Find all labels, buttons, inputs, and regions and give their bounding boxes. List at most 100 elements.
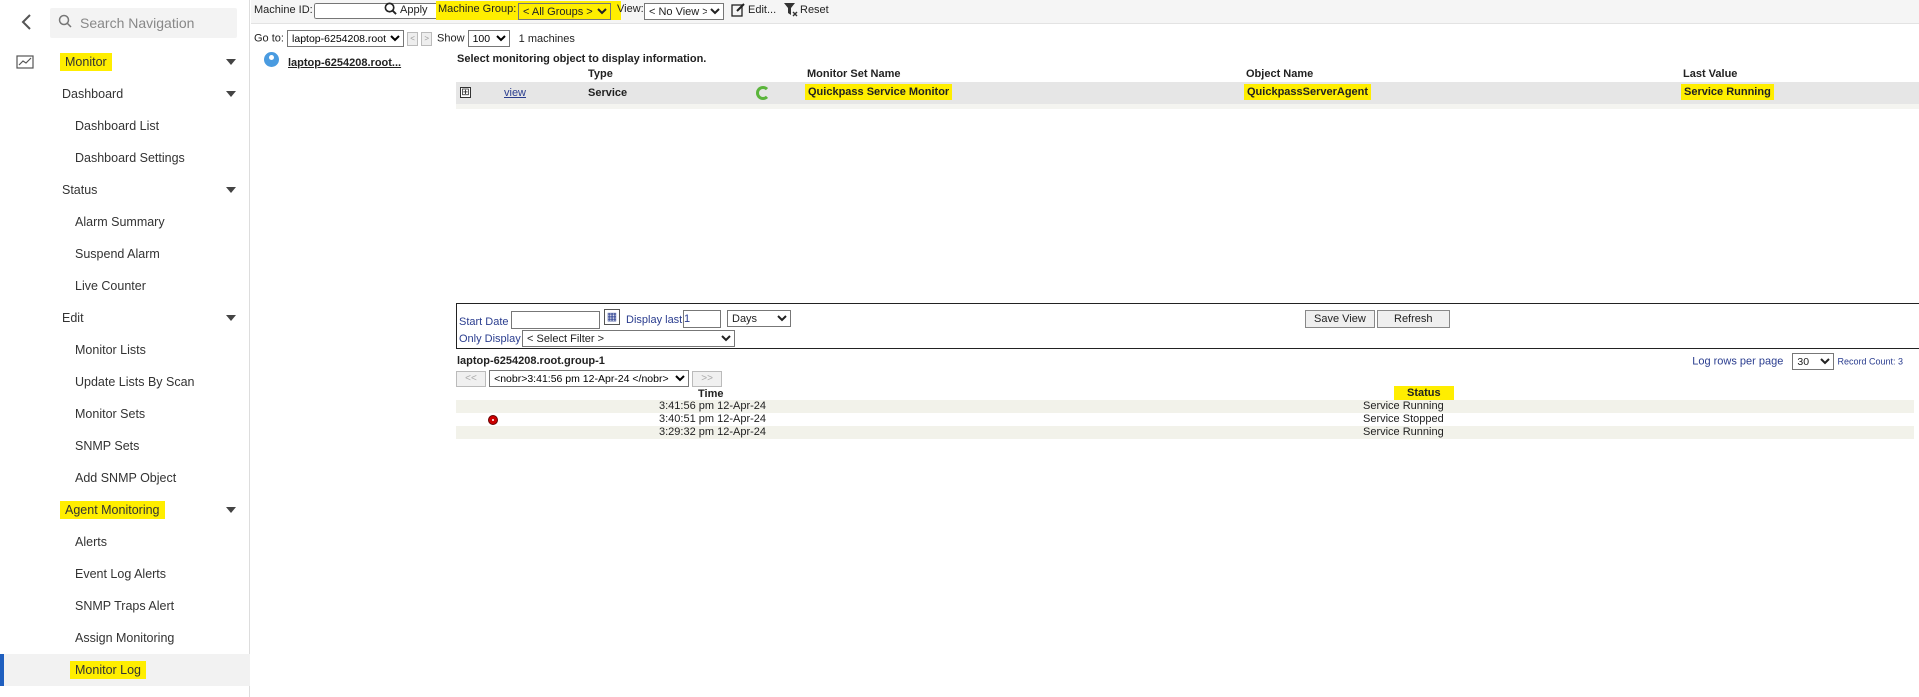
sidebar-item-monitor[interactable]: Monitor xyxy=(0,46,250,78)
next-log-button[interactable]: >> xyxy=(692,370,723,387)
sidebar-item-monitor-log[interactable]: Monitor Log xyxy=(0,654,250,686)
log-time: 3:29:32 pm 12-Apr-24 xyxy=(659,426,767,438)
header-last-value: Last Value xyxy=(1683,68,1738,80)
search-input[interactable] xyxy=(80,15,230,31)
machine-link[interactable]: laptop-6254208.root... xyxy=(288,57,401,69)
chevron-down-icon[interactable] xyxy=(226,91,236,97)
sidebar-item-status[interactable]: Status xyxy=(0,174,250,206)
sidebar-item-alerts[interactable]: Alerts xyxy=(0,526,250,558)
next-page-button[interactable]: > xyxy=(421,31,433,46)
sidebar-item-label: Monitor Log xyxy=(70,661,147,679)
expand-icon[interactable]: ⊞ xyxy=(460,87,471,98)
log-pager: << <nobr>3:41:56 pm 12-Apr-24 </nobr> >> xyxy=(456,370,723,387)
sidebar-item-label: SNMP Sets xyxy=(75,439,140,453)
reset-button[interactable]: Reset xyxy=(800,4,829,16)
sidebar-item-label: Update Lists By Scan xyxy=(75,375,195,389)
sidebar-item-agent-monitoring[interactable]: Agent Monitoring xyxy=(0,494,250,526)
sidebar-item-edit[interactable]: Edit xyxy=(0,302,250,334)
header-type: Type xyxy=(588,68,613,80)
machine-group-select[interactable]: < All Groups > xyxy=(518,3,611,20)
sidebar-item-label: Status xyxy=(62,183,98,197)
back-arrow-icon[interactable] xyxy=(10,8,42,36)
sidebar-item-label: Add SNMP Object xyxy=(75,471,177,485)
chevron-down-icon[interactable] xyxy=(226,59,236,65)
sidebar-item-label: Monitor Lists xyxy=(75,343,146,357)
view-select[interactable]: < No View > xyxy=(644,3,724,20)
machine-agent-icon xyxy=(264,52,279,67)
sidebar-item-add-snmp-object[interactable]: Add SNMP Object xyxy=(0,462,250,494)
view-link[interactable]: view xyxy=(504,87,526,99)
sidebar-item-label: Alarm Summary xyxy=(75,215,165,229)
prev-log-button[interactable]: << xyxy=(456,370,486,387)
sidebar-item-label: Dashboard Settings xyxy=(75,151,185,165)
sidebar-item-alarm-summary[interactable]: Alarm Summary xyxy=(0,206,250,238)
goto-select[interactable]: laptop-6254208.root xyxy=(287,30,405,47)
calendar-icon[interactable]: ▦ xyxy=(604,309,620,325)
log-row: 3:40:51 pm 12-Apr-24 Service Stopped xyxy=(456,413,1914,426)
sidebar-item-live-counter[interactable]: Live Counter xyxy=(0,270,250,302)
log-page-select[interactable]: <nobr>3:41:56 pm 12-Apr-24 </nobr> xyxy=(489,370,690,387)
log-rows-label: Log rows per page xyxy=(1692,355,1784,368)
filter-select[interactable]: < Select Filter > xyxy=(522,330,735,347)
display-last-input[interactable] xyxy=(683,310,721,328)
sidebar-item-update-lists-by-scan[interactable]: Update Lists By Scan xyxy=(0,366,250,398)
show-label: Show xyxy=(437,32,465,45)
select-message: Select monitoring object to display info… xyxy=(457,53,707,65)
display-last-label: Display last xyxy=(626,314,683,326)
machine-group-label: Machine Group: xyxy=(438,3,517,15)
goto-label: Go to: xyxy=(254,32,284,45)
row-monitor-set-name: Quickpass Service Monitor xyxy=(805,84,953,100)
machine-count: 1 machines xyxy=(518,32,575,45)
chevron-down-icon[interactable] xyxy=(226,507,236,513)
only-display-label: Only Display xyxy=(459,333,521,345)
show-row: Show 100 1 machines xyxy=(437,30,575,47)
sidebar-item-dashboard-list[interactable]: Dashboard List xyxy=(0,110,250,142)
save-view-button[interactable]: Save View xyxy=(1305,310,1375,328)
start-date-input[interactable] xyxy=(511,311,600,329)
filter-panel: Start Date ▦ Display last Days Only Disp… xyxy=(456,303,1919,349)
refresh-status-icon xyxy=(756,86,770,100)
sidebar-item-label: Event Log Alerts xyxy=(75,567,167,581)
sidebar-item-assign-monitoring[interactable]: Assign Monitoring xyxy=(0,622,250,654)
table-row[interactable]: ⊞ view Service Quickpass Service Monitor… xyxy=(456,82,1919,104)
sidebar-item-snmp-sets[interactable]: SNMP Sets xyxy=(0,430,250,462)
log-rows-select[interactable]: 30 xyxy=(1792,353,1835,370)
show-select[interactable]: 100 xyxy=(467,30,510,47)
chevron-down-icon[interactable] xyxy=(226,315,236,321)
nav-menu: Monitor Dashboard Dashboard List Dashboa… xyxy=(0,46,250,686)
view-label: View: xyxy=(617,3,644,15)
refresh-button[interactable]: Refresh xyxy=(1377,310,1450,328)
edit-button[interactable]: Edit... xyxy=(748,4,776,16)
sidebar-item-event-log-alerts[interactable]: Event Log Alerts xyxy=(0,558,250,590)
machine-id-label: Machine ID: xyxy=(254,4,313,16)
sidebar-item-dashboard-settings[interactable]: Dashboard Settings xyxy=(0,142,250,174)
group-name: laptop-6254208.root.group-1 xyxy=(457,355,605,367)
prev-page-button[interactable]: < xyxy=(407,31,419,46)
sidebar-item-dashboard[interactable]: Dashboard xyxy=(0,78,250,110)
sidebar-item-label: Dashboard List xyxy=(75,119,160,133)
header-object-name: Object Name xyxy=(1246,68,1314,80)
log-status: Service Running xyxy=(1363,426,1444,438)
edit-icon[interactable] xyxy=(731,2,746,20)
search-box[interactable] xyxy=(50,8,237,38)
chevron-down-icon[interactable] xyxy=(226,187,236,193)
app-window: Monitor Dashboard Dashboard List Dashboa… xyxy=(0,0,1919,697)
main-content: Machine ID: Apply Machine Group: < All G… xyxy=(251,0,1919,697)
search-icon[interactable] xyxy=(384,2,397,18)
toolbar: Machine ID: Apply Machine Group: < All G… xyxy=(251,0,1919,24)
row-object-name: QuickpassServerAgent xyxy=(1244,84,1372,100)
sidebar-item-suspend-alarm[interactable]: Suspend Alarm xyxy=(0,238,250,270)
log-status: Service Running xyxy=(1363,400,1444,412)
header-time: Time xyxy=(698,388,724,400)
apply-button[interactable]: Apply xyxy=(400,4,428,16)
sidebar: Monitor Dashboard Dashboard List Dashboa… xyxy=(0,0,250,697)
unit-select[interactable]: Days xyxy=(727,310,791,327)
sidebar-item-monitor-lists[interactable]: Monitor Lists xyxy=(0,334,250,366)
header-monitor-set-name: Monitor Set Name xyxy=(807,68,901,80)
sidebar-item-label: Agent Monitoring xyxy=(60,501,165,519)
log-rows-control: Log rows per page 30 Record Count: 3 xyxy=(1692,353,1903,370)
filter-reset-icon[interactable] xyxy=(783,2,798,20)
sidebar-item-monitor-sets[interactable]: Monitor Sets xyxy=(0,398,250,430)
sidebar-item-snmp-traps-alert[interactable]: SNMP Traps Alert xyxy=(0,590,250,622)
sidebar-item-label: SNMP Traps Alert xyxy=(75,599,175,613)
